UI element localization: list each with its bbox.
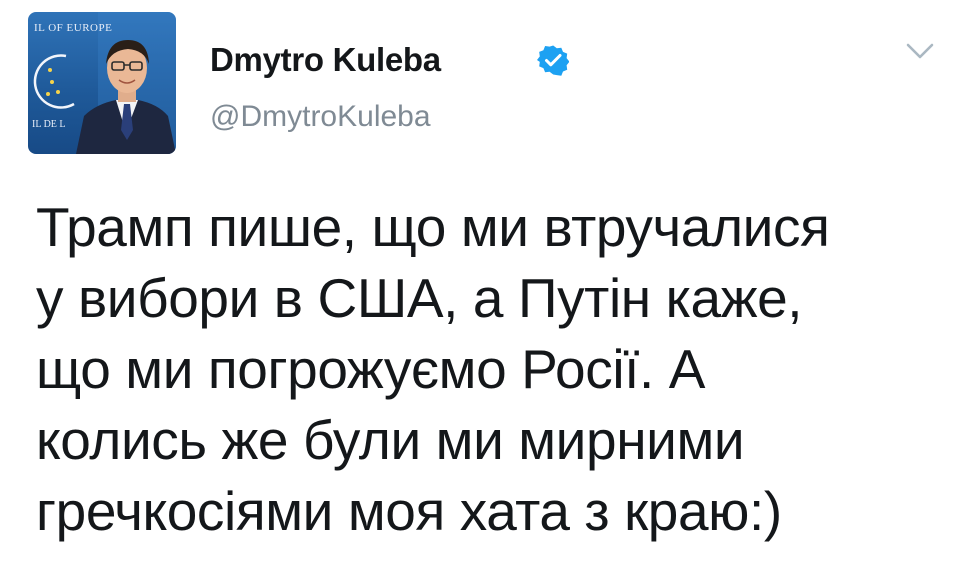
verified-badge-icon (537, 45, 569, 76)
profile-avatar[interactable]: IL OF EUROPE IL DE L (28, 12, 176, 154)
author-display-name[interactable]: Dmytro Kuleba (210, 40, 441, 80)
author-handle[interactable]: @DmytroKuleba (210, 99, 431, 135)
avatar-banner-left-text: IL DE L (32, 119, 66, 130)
chevron-down-icon[interactable] (905, 40, 935, 62)
avatar-banner-top-text: IL OF EUROPE (34, 22, 113, 34)
tweet-card: IL OF EUROPE IL DE L Dmytro Kuleba @Dmyt… (0, 0, 960, 585)
tweet-body-text: Трамп пише, що ми втручалися у вибори в … (36, 196, 830, 542)
